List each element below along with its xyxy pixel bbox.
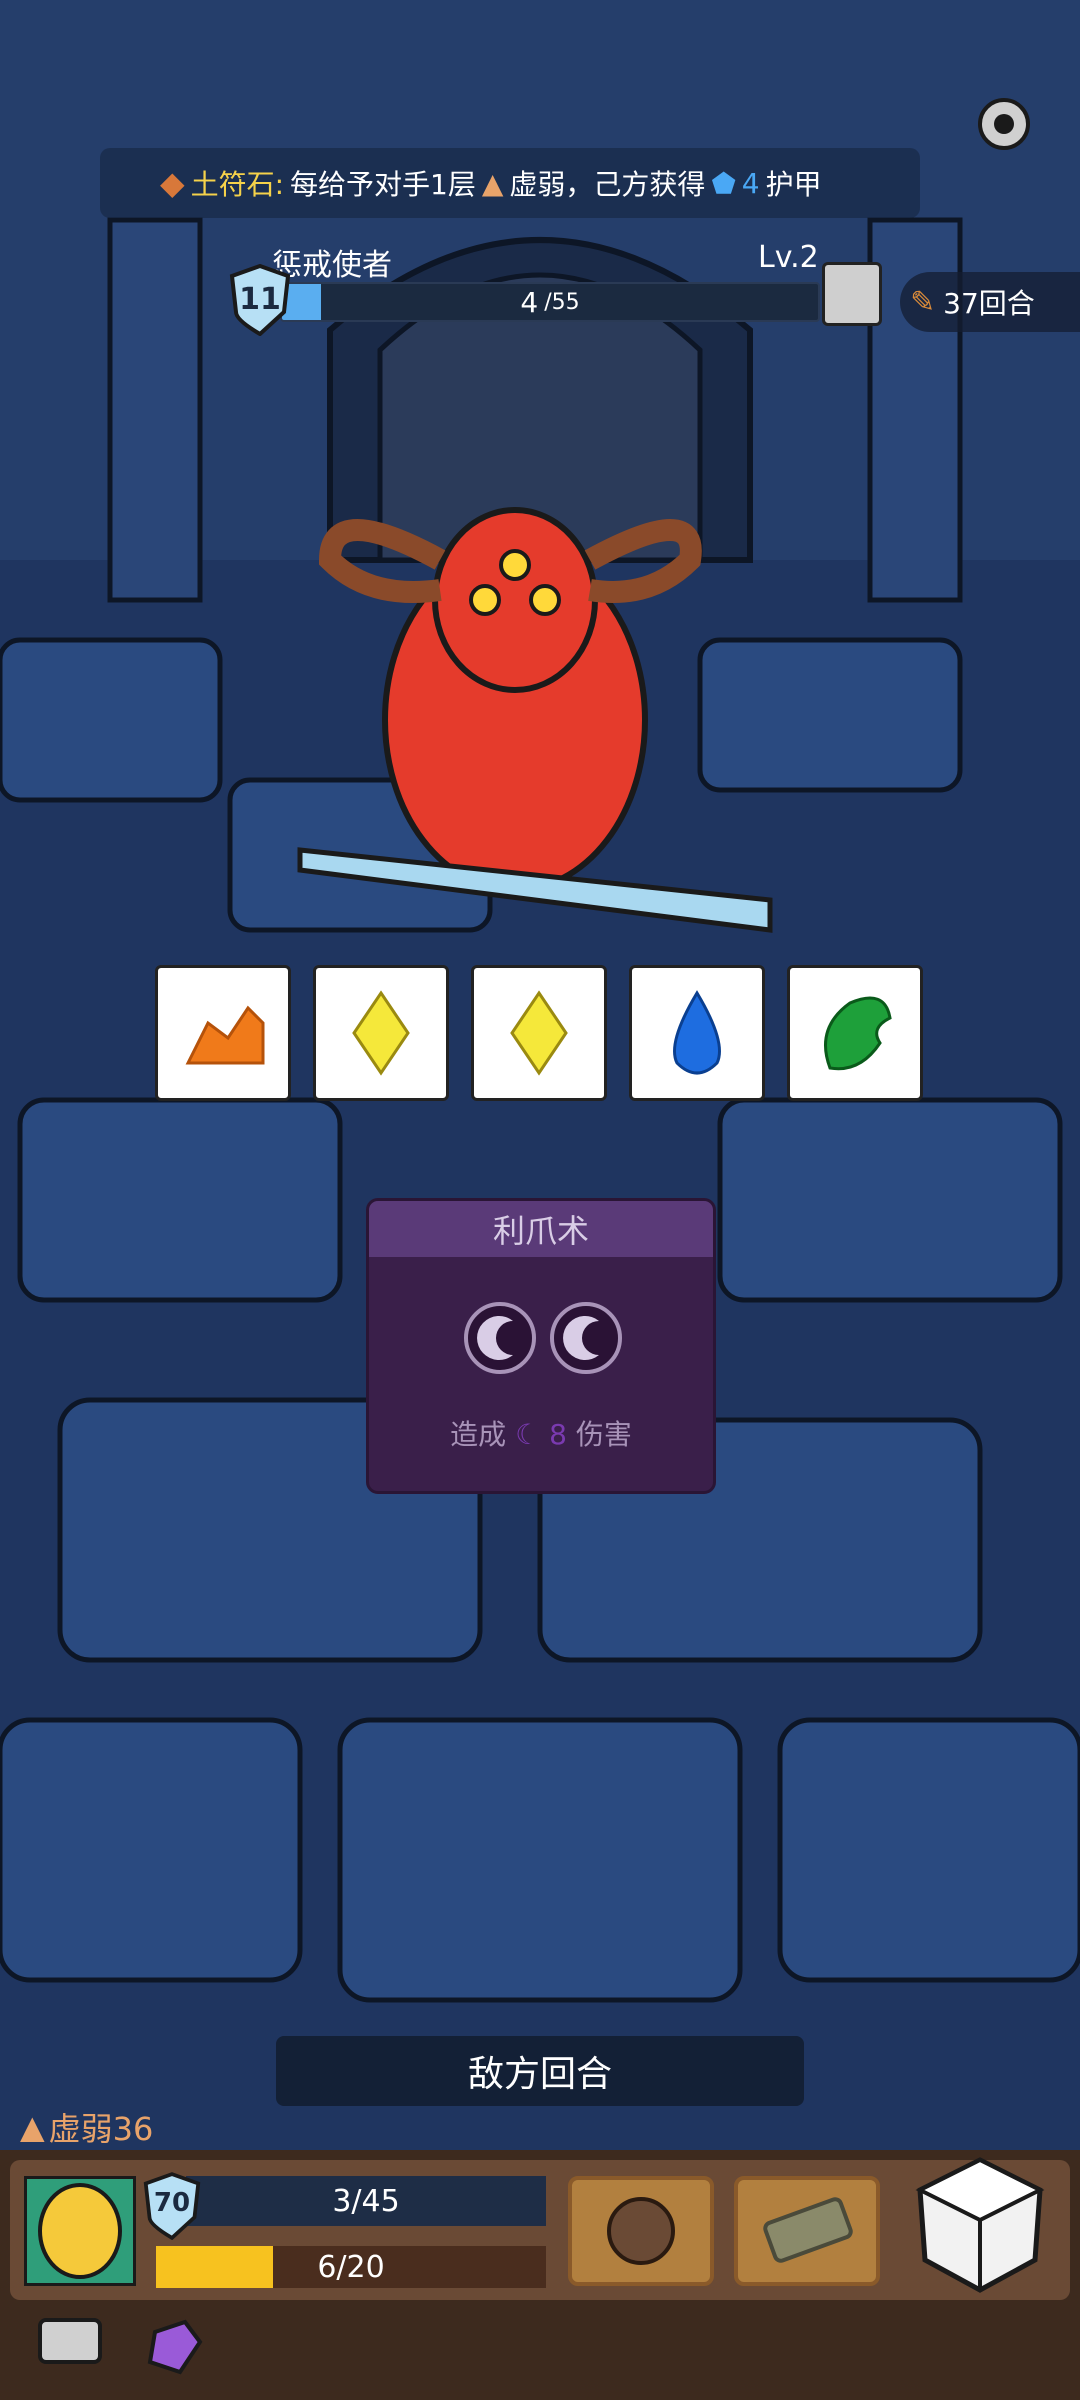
moon-damage-icon: ☾	[515, 1418, 541, 1451]
turn-counter: ✎ 37回合	[900, 272, 1080, 332]
weak-status: ▲ 虚弱36	[20, 2104, 153, 2150]
weak-icon: ▲	[20, 2108, 45, 2146]
rune-card	[787, 965, 923, 1101]
player-shield-badge: 70	[142, 2172, 202, 2241]
fist-icon	[607, 2197, 675, 2265]
player-energy-text: 6/20	[317, 2249, 385, 2285]
moon-icon	[550, 1302, 622, 1374]
banner-label: 土符石:	[190, 168, 285, 201]
bandage-skill-slot[interactable]	[734, 2176, 880, 2286]
water-rune-icon	[673, 990, 721, 1075]
weak-status-label: 虚弱36	[48, 2110, 154, 2148]
skill-title: 利爪术	[369, 1201, 713, 1257]
enemy-shield-badge: 11	[228, 263, 292, 337]
dice-icon	[915, 2157, 1045, 2293]
earth-rune-icon	[185, 1005, 265, 1065]
skill-desc-prefix: 造成	[450, 1418, 507, 1451]
banner-text-2: 虚弱，己方获得	[509, 168, 706, 201]
enemy-level: Lv.2	[758, 240, 819, 275]
enemy-skill-card: 利爪术 造成 ☾ 8 伤害	[366, 1198, 716, 1494]
player-avatar[interactable]	[24, 2176, 136, 2286]
banner-text-1: 每给予对手1层	[290, 168, 476, 201]
rune-card	[155, 965, 291, 1101]
scroll-map-icon[interactable]	[30, 2310, 110, 2370]
lightning-rune-icon	[510, 990, 568, 1076]
banner-armor-value: 4	[741, 166, 760, 200]
enemy-info-book-icon[interactable]	[822, 262, 882, 326]
enemy-hp-bar: 4 /55	[280, 282, 820, 322]
turn-indicator: 敌方回合	[276, 2036, 804, 2106]
skill-description: 造成 ☾ 8 伤害	[369, 1413, 713, 1453]
rune-card	[629, 965, 765, 1101]
player-shield-value: 70	[153, 2188, 191, 2218]
rune-card	[313, 965, 449, 1101]
weak-icon: ▲	[481, 166, 504, 200]
player-hp-bar: 3/45	[186, 2176, 546, 2226]
bandage-icon	[763, 2197, 853, 2263]
crystal-item-icon[interactable]	[140, 2312, 210, 2382]
turn-count-label: 37回合	[943, 287, 1035, 320]
rune-card	[471, 965, 607, 1101]
enemy-intent-cards	[155, 965, 923, 1101]
rune-effect-banner: ◆ 土符石: 每给予对手1层 ▲ 虚弱，己方获得 ⬟ 4 护甲	[100, 148, 920, 218]
skill-desc-suffix: 伤害	[575, 1418, 632, 1451]
player-energy-bar: 6/20	[156, 2246, 546, 2288]
settings-gear-icon[interactable]	[972, 92, 1036, 156]
enemy-hp-current: 4	[520, 285, 539, 319]
lightning-rune-icon	[352, 990, 410, 1076]
earth-rune-icon: ◆	[160, 164, 185, 202]
leaf-rune-icon	[824, 996, 892, 1071]
roll-dice-button[interactable]	[910, 2150, 1050, 2300]
player-hp-text: 3/45	[332, 2183, 400, 2219]
fist-skill-slot[interactable]	[568, 2176, 714, 2286]
enemy-hp-max: /55	[544, 289, 580, 315]
armor-shield-icon: ⬟	[711, 166, 736, 200]
moon-icon	[464, 1302, 536, 1374]
game-scene: ◆ 土符石: 每给予对手1层 ▲ 虚弱，己方获得 ⬟ 4 护甲 惩戒使者 Lv.…	[0, 0, 1080, 2400]
scroll-icon: ✎	[910, 284, 936, 320]
enemy-shield-value: 11	[239, 282, 281, 317]
skill-icons	[463, 1301, 623, 1375]
skill-damage-value: 8	[549, 1418, 567, 1451]
banner-text-3: 护甲	[765, 168, 822, 201]
